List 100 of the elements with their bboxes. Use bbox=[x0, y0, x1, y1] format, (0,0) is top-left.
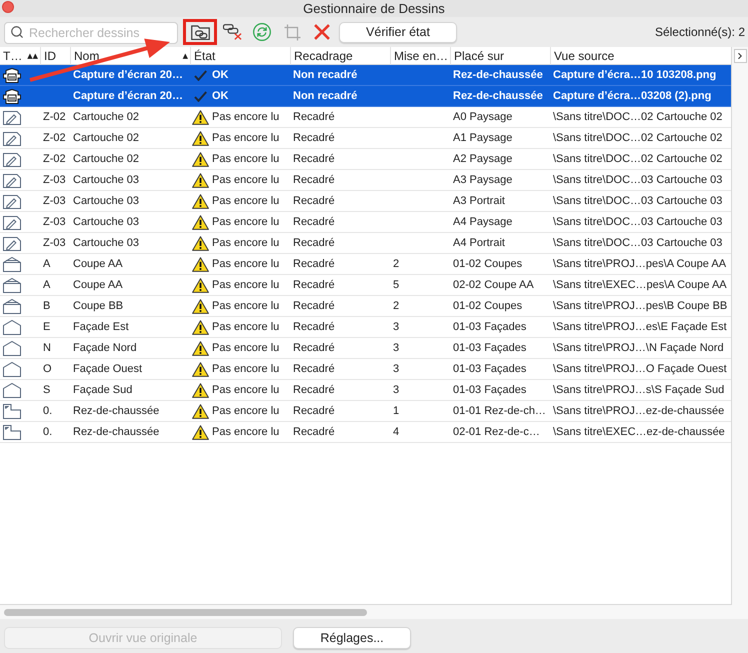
id-cell: Z-02 bbox=[43, 110, 66, 123]
verify-button[interactable]: Vérifier état bbox=[339, 22, 457, 42]
table-row[interactable]: Z-02 Cartouche 02 Pas encore lu Recadré A1 Paysage \Sans titre\DOC…02 Cartouche 02 bbox=[0, 128, 731, 149]
crop-cell: Recadré bbox=[293, 384, 335, 396]
warning-icon bbox=[192, 214, 209, 230]
table-row[interactable]: E Façade Est Pas encore lu Recadré 3 01-03 Façades \Sans titre\PROJ…es\E Façade Est bbox=[0, 317, 731, 338]
status-text: Pas encore lu bbox=[212, 382, 280, 398]
name-cell: Rez-de-chaussée bbox=[73, 426, 160, 438]
table-row[interactable]: B Coupe BB Pas encore lu Recadré 2 01-02 Coupes \Sans titre\PROJ…pes\B Coupe BB bbox=[0, 296, 731, 317]
selection-count: Sélectionné(s): 2 bbox=[654, 24, 745, 41]
crop-cell: Recadré bbox=[293, 258, 335, 270]
table-row[interactable]: Z-02 Cartouche 02 Pas encore lu Recadré A2 Paysage \Sans titre\DOC…02 Cartouche 02 bbox=[0, 149, 731, 170]
search-field[interactable]: Rechercher dessins bbox=[4, 22, 178, 44]
source-cell: \Sans titre\PROJ…O Façade Ouest bbox=[553, 362, 727, 375]
search-icon bbox=[10, 25, 24, 39]
close-button[interactable] bbox=[2, 1, 14, 13]
crop-cell: Recadré bbox=[293, 320, 335, 333]
building-icon bbox=[3, 68, 21, 82]
placed-on-cell: 01-02 Coupes bbox=[453, 258, 522, 270]
placed-on-cell: 02-01 Rez-de-c… bbox=[453, 426, 540, 438]
crop-cell: Non recadré bbox=[293, 68, 358, 81]
crop-cell: Recadré bbox=[293, 362, 335, 375]
id-cell: Z-03 bbox=[43, 194, 66, 207]
building-icon bbox=[3, 88, 21, 104]
house-section-icon bbox=[3, 256, 21, 272]
layout-cell: 4 bbox=[393, 426, 400, 438]
placed-on-cell: 01-03 Façades bbox=[453, 320, 526, 333]
source-cell: \Sans titre\PROJ…\N Façade Nord bbox=[553, 342, 724, 354]
status-text: OK bbox=[212, 68, 228, 83]
floor-plan-icon bbox=[3, 424, 21, 440]
delete-icon bbox=[314, 24, 330, 40]
warning-icon bbox=[192, 256, 209, 272]
crop-cell: Recadré bbox=[293, 236, 335, 249]
source-cell: \Sans titre\DOC…02 Cartouche 02 bbox=[553, 110, 722, 123]
source-cell: \Sans titre\PROJ…es\E Façade Est bbox=[553, 320, 727, 333]
warning-icon bbox=[192, 298, 209, 314]
pencil-sheet-icon bbox=[3, 214, 21, 230]
house-outline-icon bbox=[3, 340, 21, 356]
house-section-icon bbox=[3, 278, 21, 292]
toolbar-button[interactable] bbox=[183, 19, 217, 45]
placed-on-cell: A2 Paysage bbox=[453, 152, 512, 165]
name-cell: Capture d’écran 20… bbox=[73, 90, 184, 102]
placed-on-cell: Rez-de-chaussée bbox=[453, 68, 543, 81]
warning-icon bbox=[192, 130, 209, 146]
source-cell: \Sans titre\DOC…03 Cartouche 03 bbox=[553, 216, 722, 228]
pencil-sheet-icon bbox=[3, 110, 21, 124]
status-text: Pas encore lu bbox=[212, 172, 280, 188]
source-cell: \Sans titre\PROJ…s\S Façade Sud bbox=[553, 384, 724, 396]
table-row[interactable]: O Façade Ouest Pas encore lu Recadré 3 01-03 Façades \Sans titre\PROJ…O Façade Ouest bbox=[0, 359, 731, 380]
status-text: Pas encore lu bbox=[212, 110, 280, 125]
window-title: Gestionnaire de Dessins bbox=[303, 0, 445, 18]
source-cell: \Sans titre\EXEC…ez-de-chaussée bbox=[553, 426, 725, 438]
table-row[interactable]: Z-03 Cartouche 03 Pas encore lu Recadré A4 Portrait \Sans titre\DOC…03 Cartouche 03 bbox=[0, 233, 731, 254]
id-cell: 0. bbox=[43, 404, 52, 417]
settings-button[interactable]: Réglages... bbox=[293, 627, 411, 649]
placed-on-cell: A3 Paysage bbox=[453, 174, 512, 186]
placed-on-cell: 01-01 Rez-de-ch… bbox=[453, 404, 546, 417]
table-row[interactable]: Z-03 Cartouche 03 Pas encore lu Recadré A4 Paysage \Sans titre\DOC…03 Cartouche 03 bbox=[0, 212, 731, 233]
table-row[interactable]: 0. Rez-de-chaussée Pas encore lu Recadré 1 01-01 Rez-de-ch… \Sans titre\PROJ…ez-de-chaussée bbox=[0, 401, 731, 422]
table-row[interactable]: Z-03 Cartouche 03 Pas encore lu Recadré A3 Paysage \Sans titre\DOC…03 Cartouche 03 bbox=[0, 170, 731, 191]
pencil-sheet-icon bbox=[3, 172, 21, 188]
name-cell: Façade Est bbox=[73, 320, 129, 333]
warning-icon bbox=[192, 424, 209, 440]
id-cell: N bbox=[43, 342, 51, 354]
scrollbar-thumb[interactable] bbox=[4, 608, 367, 616]
table-row[interactable]: A Coupe AA Pas encore lu Recadré 2 01-02 Coupes \Sans titre\PROJ…pes\A Coupe AA bbox=[0, 254, 731, 275]
table-row[interactable]: S Façade Sud Pas encore lu Recadré 3 01-03 Façades \Sans titre\PROJ…s\S Façade Sud bbox=[0, 380, 731, 401]
table-row[interactable]: A Coupe AA Pas encore lu Recadré 5 02-02 Coupe AA \Sans titre\EXEC…pes\A Coupe AA bbox=[0, 275, 731, 296]
status-text: Pas encore lu bbox=[212, 298, 280, 314]
status-text: Pas encore lu bbox=[212, 194, 280, 209]
id-cell: B bbox=[43, 300, 50, 312]
source-cell: \Sans titre\PROJ…ez-de-chaussée bbox=[553, 404, 724, 417]
source-cell: \Sans titre\EXEC…pes\A Coupe AA bbox=[553, 278, 727, 291]
placed-on-cell: A1 Paysage bbox=[453, 132, 512, 144]
name-cell: Façade Sud bbox=[73, 384, 132, 396]
warning-icon bbox=[192, 194, 209, 208]
placed-on-cell: A0 Paysage bbox=[453, 110, 512, 123]
table-row[interactable]: Z-03 Cartouche 03 Pas encore lu Recadré A3 Portrait \Sans titre\DOC…03 Cartouche 03 bbox=[0, 191, 731, 212]
name-cell: Façade Ouest bbox=[73, 362, 142, 375]
status-text: Pas encore lu bbox=[212, 424, 280, 440]
name-cell: Cartouche 03 bbox=[73, 194, 140, 207]
warning-icon bbox=[192, 110, 209, 124]
name-cell: Coupe BB bbox=[73, 300, 124, 312]
table-row[interactable]: N Façade Nord Pas encore lu Recadré 3 01-03 Façades \Sans titre\PROJ…\N Façade Nord bbox=[0, 338, 731, 359]
table-row[interactable]: Z-02 Cartouche 02 Pas encore lu Recadré A0 Paysage \Sans titre\DOC…02 Cartouche 02 bbox=[0, 107, 731, 128]
table-row[interactable]: Capture d’écran 20… OK Non recadré Rez-de-chaussée Capture d’écra…03208 (2).png bbox=[0, 86, 731, 107]
table-row[interactable]: Capture d’écran 20… OK Non recadré Rez-de-chaussée Capture d’écra…10 103208.png bbox=[0, 65, 731, 86]
crop-cell: Recadré bbox=[293, 216, 335, 228]
placed-on-cell: 01-03 Façades bbox=[453, 384, 526, 396]
status-text: Pas encore lu bbox=[212, 256, 280, 272]
crop-cell: Recadré bbox=[293, 132, 335, 144]
table-row[interactable]: 0. Rez-de-chaussée Pas encore lu Recadré 4 02-01 Rez-de-c… \Sans titre\EXEC…ez-de-chaussée bbox=[0, 422, 731, 443]
source-cell: Capture d’écra…10 103208.png bbox=[553, 68, 716, 81]
warning-icon bbox=[192, 152, 209, 166]
name-cell: Cartouche 02 bbox=[73, 152, 140, 165]
id-cell: Z-02 bbox=[43, 132, 66, 144]
crop-cell: Recadré bbox=[293, 152, 335, 165]
column-scroll-button[interactable] bbox=[734, 49, 746, 63]
pencil-sheet-icon bbox=[3, 194, 21, 208]
status-text: Pas encore lu bbox=[212, 340, 280, 356]
